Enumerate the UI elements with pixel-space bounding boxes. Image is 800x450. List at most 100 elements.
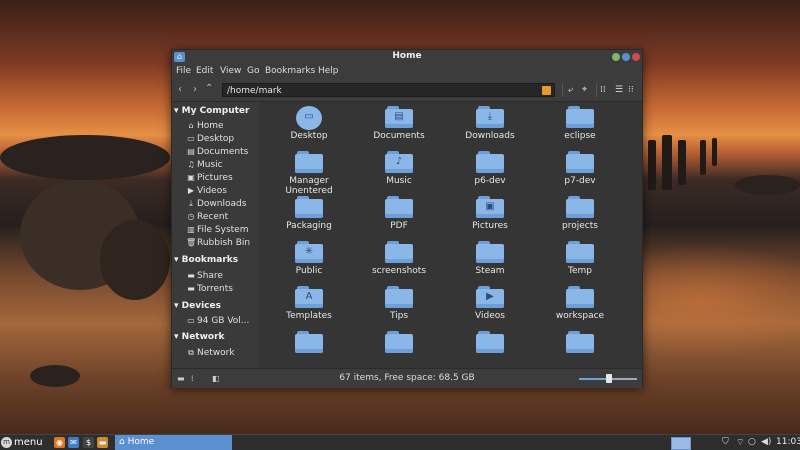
file-item[interactable] <box>535 331 625 356</box>
sidebar-item-desktop[interactable]: ▭ Desktop <box>186 134 258 146</box>
up-icon[interactable]: ⌃ <box>205 83 213 94</box>
public-icon: ✳ <box>295 241 323 263</box>
file-item[interactable]: ▭ Desktop <box>264 106 354 141</box>
close-button[interactable] <box>632 53 640 61</box>
sidebar-item-share[interactable]: ▬ Share <box>186 271 258 283</box>
file-item[interactable]: p6-dev <box>445 151 535 186</box>
sidebar-item-music[interactable]: ♫ Music <box>186 160 258 172</box>
separator <box>596 83 597 97</box>
minimize-button[interactable] <box>612 53 620 61</box>
back-icon[interactable]: ‹ <box>178 84 182 95</box>
menu-go[interactable]: Go <box>247 66 259 76</box>
menu-bookmarks[interactable]: Bookmarks <box>265 66 315 76</box>
folder-icon <box>566 241 594 263</box>
mail-launcher-icon[interactable]: ✉ <box>68 437 79 448</box>
file-item[interactable]: Tips <box>354 286 444 321</box>
toolbar: ‹ › ⌃ /home/mark ⤶ ⌖ ⁞⁞ ☰ ⁝⁝ <box>172 79 642 102</box>
folder-icon <box>295 196 323 218</box>
shield-icon[interactable]: ⛉ <box>722 437 729 447</box>
menubar: File Edit View Go Bookmarks Help <box>172 64 642 79</box>
sidebar-item-documents[interactable]: ▤ Documents <box>186 147 258 159</box>
firefox-launcher-icon[interactable]: ◉ <box>54 437 65 448</box>
location-bar[interactable]: /home/mark <box>222 83 555 97</box>
file-item[interactable]: PDF <box>354 196 444 231</box>
maximize-button[interactable] <box>622 53 630 61</box>
file-item[interactable]: ✳ Public <box>264 241 354 276</box>
sidebar-item-home[interactable]: ⌂ Home <box>186 121 258 133</box>
workspace-switcher[interactable] <box>671 437 691 450</box>
sidebar-item-downloads[interactable]: ⤓ Downloads <box>186 199 258 211</box>
menu-button[interactable]: m menu <box>1 435 43 450</box>
titlebar[interactable]: ⌂ Home <box>172 50 642 64</box>
file-label: p6-dev <box>474 176 506 186</box>
menu-view[interactable]: View <box>220 66 241 76</box>
file-item[interactable] <box>354 331 444 356</box>
sidebar-item-volume[interactable]: ▭ 94 GB Vol... <box>186 316 258 328</box>
folder-icon <box>295 151 323 173</box>
list-view-icon[interactable]: ☰ <box>615 85 623 95</box>
file-label: Downloads <box>465 131 515 141</box>
volume-icon[interactable]: ◀) <box>761 437 771 447</box>
sidebar-item-torrents[interactable]: ▬ Torrents <box>186 284 258 296</box>
wifi-icon[interactable]: ⌔ <box>736 437 744 448</box>
sidebar: ▾ My Computer ⌂ Home ▭ Desktop ▤ Documents … <box>172 102 259 368</box>
file-item[interactable]: eclipse <box>535 106 625 141</box>
file-item[interactable]: ▤ Documents <box>354 106 444 141</box>
file-item[interactable]: Steam <box>445 241 535 276</box>
edit-location-icon[interactable] <box>542 86 551 95</box>
locate-icon[interactable]: ⌖ <box>582 85 587 95</box>
zoom-handle[interactable] <box>606 374 612 383</box>
menu-help[interactable]: Help <box>318 66 339 76</box>
file-item[interactable]: p7-dev <box>535 151 625 186</box>
file-item[interactable]: screenshots <box>354 241 444 276</box>
mint-logo-icon: m <box>1 436 12 448</box>
file-label: Temp <box>568 266 592 276</box>
desktop-icon: ▭ <box>295 106 323 130</box>
file-item[interactable]: workspace <box>535 286 625 321</box>
folder-icon <box>476 241 504 263</box>
separator <box>562 83 563 97</box>
file-item[interactable]: Packaging <box>264 196 354 231</box>
section-network[interactable]: ▾ Network <box>174 332 225 342</box>
file-item[interactable] <box>264 331 354 356</box>
file-item[interactable]: Temp <box>535 241 625 276</box>
section-my-computer[interactable]: ▾ My Computer <box>174 106 249 116</box>
icon-view-icon[interactable]: ⁞⁞ <box>600 85 606 95</box>
file-item[interactable]: ▣ Pictures <box>445 196 535 231</box>
file-item[interactable]: ♪ Music <box>354 151 444 186</box>
file-item[interactable]: ⤓ Downloads <box>445 106 535 141</box>
file-item[interactable]: ▶ Videos <box>445 286 535 321</box>
statusbar: ▬ ⁞ ◧ 67 items, Free space: 68.5 GB <box>172 368 642 388</box>
folder-icon <box>476 151 504 173</box>
toggle-path-icon[interactable]: ⤶ <box>568 85 573 95</box>
taskbar-item-home[interactable]: ⌂ Home <box>115 435 232 450</box>
forward-icon[interactable]: › <box>193 84 197 95</box>
desktop-icon: ▭ <box>187 134 195 143</box>
sidebar-item-network[interactable]: ⧉ Network <box>186 348 258 360</box>
compact-view-icon[interactable]: ⁝⁝ <box>628 85 634 95</box>
sidebar-item-recent[interactable]: ◷ Recent <box>186 212 258 224</box>
sidebar-item-pictures[interactable]: ▣ Pictures <box>186 173 258 185</box>
file-label: PDF <box>390 221 408 231</box>
sidebar-item-videos[interactable]: ▶ Videos <box>186 186 258 198</box>
sidebar-item-rubbish-bin[interactable]: 🗑Rubbish Bin <box>186 238 258 250</box>
rock <box>0 135 170 180</box>
clock[interactable]: 11:03 <box>776 437 800 447</box>
folder-icon <box>295 331 323 353</box>
menu-file[interactable]: File <box>176 66 191 76</box>
files-launcher-icon[interactable]: ▬ <box>97 437 108 448</box>
menu-edit[interactable]: Edit <box>196 66 213 76</box>
file-item[interactable] <box>445 331 535 356</box>
sidebar-item-file-system[interactable]: ▥ File System <box>186 225 258 237</box>
trash-icon: 🗑 <box>186 238 197 247</box>
file-item[interactable]: projects <box>535 196 625 231</box>
file-label: Manager Unentered <box>285 176 333 196</box>
section-bookmarks[interactable]: ▾ Bookmarks <box>174 255 238 265</box>
section-devices[interactable]: ▾ Devices <box>174 301 221 311</box>
network-icon: ⧉ <box>188 348 194 357</box>
power-icon[interactable]: ○ <box>748 437 756 447</box>
music-icon: ♫ <box>187 160 195 169</box>
terminal-launcher-icon[interactable]: $ <box>83 437 94 448</box>
file-item[interactable]: Manager Unentered <box>264 151 354 196</box>
file-item[interactable]: A Templates <box>264 286 354 321</box>
